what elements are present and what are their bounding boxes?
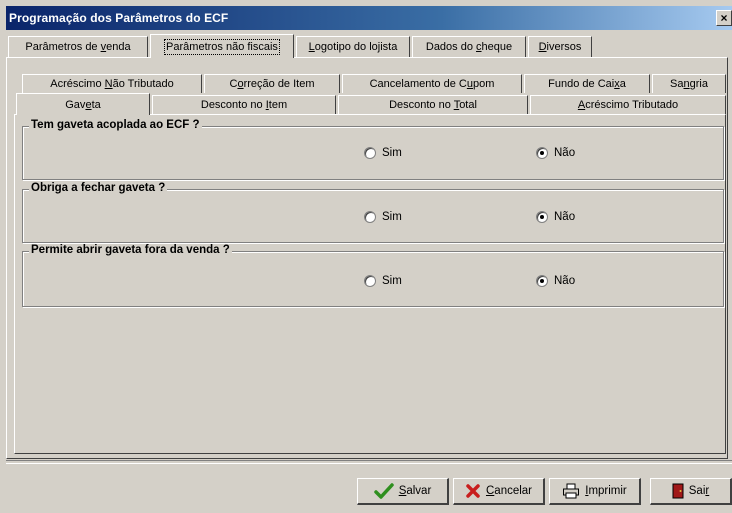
radio-unchecked-icon [364, 275, 376, 287]
group-title: Obriga a fechar gaveta ? [29, 182, 168, 194]
radio-label: Não [554, 275, 576, 287]
tab-desconto-no-total[interactable]: Desconto no Total [338, 95, 528, 114]
radio-sim[interactable]: Sim [364, 147, 402, 159]
close-button[interactable]: × [716, 10, 732, 26]
radio-nao[interactable]: Não [536, 147, 575, 159]
tab-parametros-nao-fiscais[interactable]: Parâmetros não fiscais [150, 34, 294, 58]
radio-nao[interactable]: Não [536, 275, 575, 287]
door-icon [672, 483, 684, 499]
dialog-window: Programação dos Parâmetros do ECF × Parâ… [0, 0, 732, 513]
tab-label: Parâmetros não fiscais [164, 38, 280, 55]
title-bar: Programação dos Parâmetros do ECF × [6, 6, 732, 30]
radio-label: Sim [382, 275, 402, 287]
save-button[interactable]: Salvar [357, 478, 449, 505]
print-button[interactable]: Imprimir [549, 478, 641, 505]
cancel-button[interactable]: Cancelar [453, 478, 545, 505]
tab-acrescimo-tributado[interactable]: Acréscimo Tributado [530, 95, 726, 114]
x-icon [466, 484, 480, 498]
close-icon: × [720, 11, 728, 25]
radio-checked-icon [536, 275, 548, 287]
radio-checked-icon [536, 147, 548, 159]
radio-sim[interactable]: Sim [364, 275, 402, 287]
tab-fundo-de-caixa[interactable]: Fundo de Caixa [524, 74, 650, 93]
radio-label: Sim [382, 147, 402, 159]
radio-label: Não [554, 147, 576, 159]
group-abrir-gaveta-fora-venda: Permite abrir gaveta fora da venda ? Sim… [22, 244, 724, 307]
radio-label: Sim [382, 211, 402, 223]
tab-desconto-no-item[interactable]: Desconto no Item [152, 95, 336, 114]
separator [6, 460, 732, 464]
exit-button[interactable]: Sair [650, 478, 732, 505]
printer-icon [563, 483, 580, 499]
group-title: Tem gaveta acoplada ao ECF ? [29, 119, 202, 131]
tab-correcao-de-item[interactable]: Correção de Item [204, 74, 340, 93]
group-title: Permite abrir gaveta fora da venda ? [29, 244, 232, 256]
tab-sangria[interactable]: Sangria [652, 74, 726, 93]
tab-parametros-de-venda[interactable]: Parâmetros de venda [8, 36, 148, 57]
radio-unchecked-icon [364, 211, 376, 223]
tab-dados-do-cheque[interactable]: Dados do cheque [412, 36, 526, 57]
group-gaveta-acoplada: Tem gaveta acoplada ao ECF ? Sim Não [22, 119, 724, 180]
radio-checked-icon [536, 211, 548, 223]
radio-sim[interactable]: Sim [364, 211, 402, 223]
tab-gaveta[interactable]: Gaveta [16, 93, 150, 115]
tab-diversos[interactable]: Diversos [528, 36, 592, 57]
group-obriga-fechar-gaveta: Obriga a fechar gaveta ? Sim Não [22, 182, 724, 243]
radio-label: Não [554, 211, 576, 223]
radio-unchecked-icon [364, 147, 376, 159]
tab-acrescimo-nao-tributado[interactable]: Acréscimo Não Tributado [22, 74, 202, 93]
radio-nao[interactable]: Não [536, 211, 575, 223]
checkmark-icon [373, 483, 394, 499]
window-title: Programação dos Parâmetros do ECF [9, 11, 229, 25]
tab-cancelamento-de-cupom[interactable]: Cancelamento de Cupom [342, 74, 522, 93]
tab-logotipo-do-lojista[interactable]: Logotipo do lojista [296, 36, 410, 57]
